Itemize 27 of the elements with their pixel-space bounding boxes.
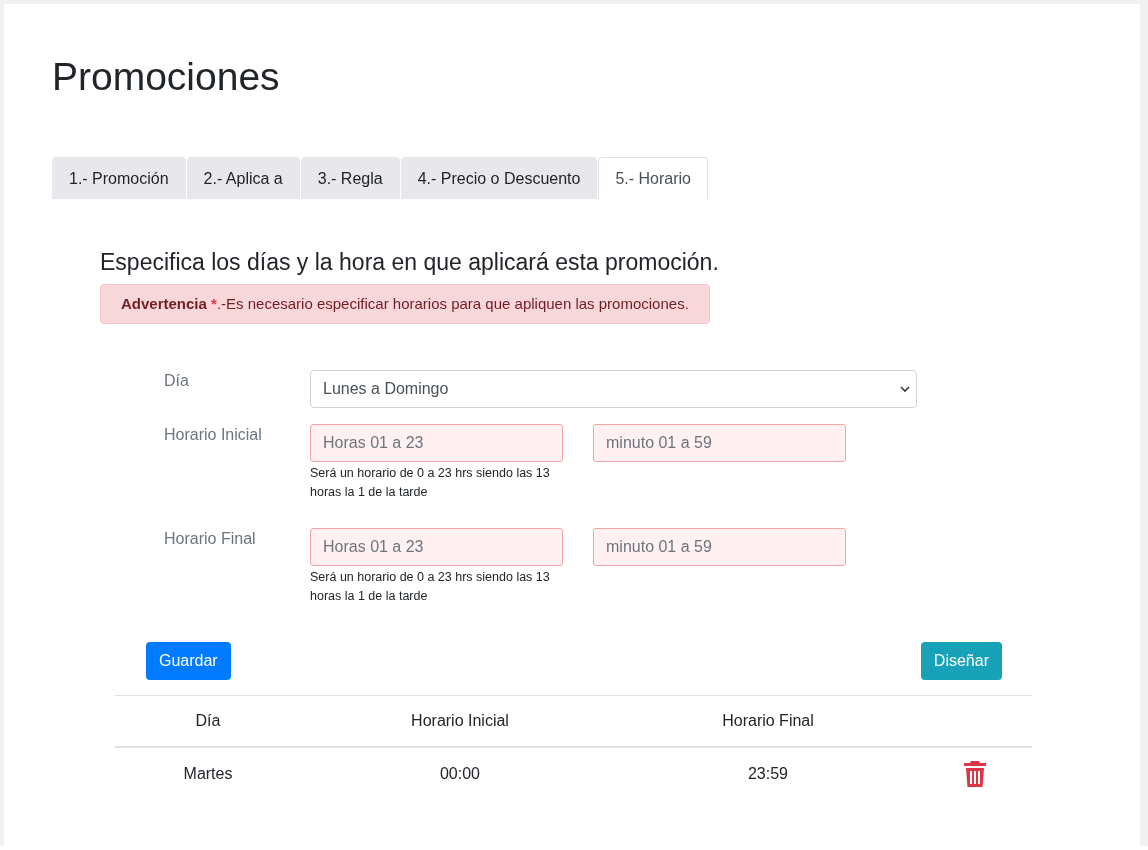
tab[interactable]: 4.- Precio o Descuento xyxy=(400,157,598,199)
day-select[interactable]: Lunes a Domingo xyxy=(310,370,917,408)
help-text: Será un horario de 0 a 23 hrs siendo las 13 horas la 1 de la tarde xyxy=(310,465,551,501)
minutes-input[interactable]: minuto 01 a 59 xyxy=(593,528,846,566)
chevron-down-icon xyxy=(900,385,910,393)
field-label: Horario Inicial xyxy=(164,425,263,444)
minutes-input[interactable]: minuto 01 a 59 xyxy=(593,424,846,462)
column-header: Horario Final xyxy=(619,695,917,747)
page-title: Promociones xyxy=(52,54,281,100)
tab[interactable]: 2.- Aplica a xyxy=(186,157,300,199)
trash-icon[interactable] xyxy=(962,760,987,788)
save-button[interactable]: Guardar xyxy=(146,642,231,680)
tab[interactable]: 1.- Promoción xyxy=(52,157,186,199)
table-cell: 00:00 xyxy=(301,747,619,800)
warning-text: Advertencia *.-Es necesario especificar horarios para que apliquen las promociones. xyxy=(121,295,689,312)
tab[interactable]: 5.- Horario xyxy=(598,157,708,199)
field-label: Día xyxy=(164,371,190,390)
hours-input[interactable]: Horas 01 a 23 xyxy=(310,424,563,462)
column-header: Día xyxy=(115,695,301,747)
hours-input[interactable]: Horas 01 a 23 xyxy=(310,528,563,566)
help-text: Será un horario de 0 a 23 hrs siendo las 13 horas la 1 de la tarde xyxy=(310,569,551,605)
field-label: Horario Final xyxy=(164,529,257,548)
section-heading: Especifica los días y la hora en que aplicará esta promoción. xyxy=(100,249,720,276)
tab[interactable]: 3.- Regla xyxy=(300,157,400,199)
table-cell: Martes xyxy=(115,747,301,800)
table-cell: 23:59 xyxy=(619,747,917,800)
column-header: Horario Inicial xyxy=(301,695,619,747)
